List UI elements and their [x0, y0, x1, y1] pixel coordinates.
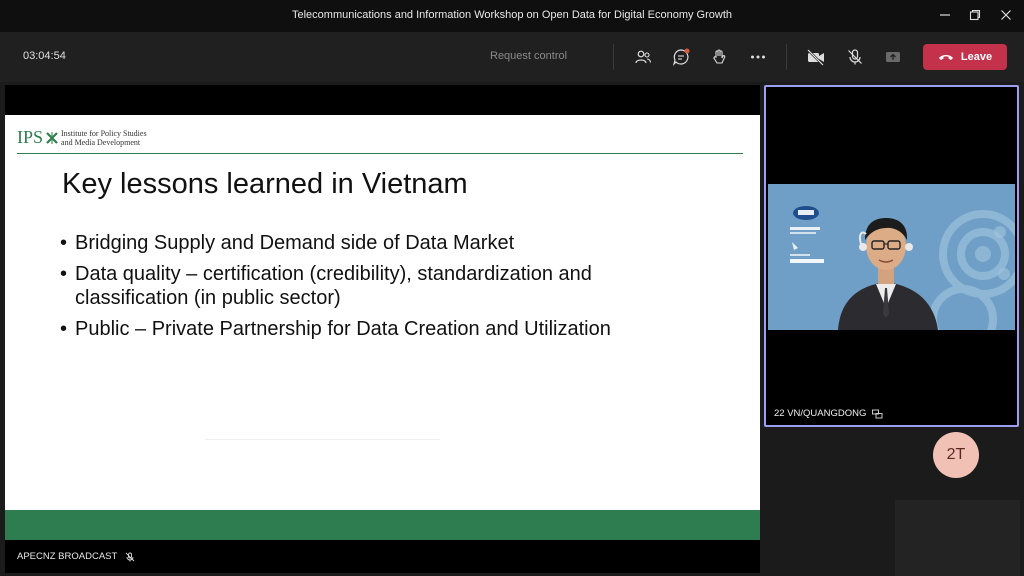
screen-share-icon [872, 409, 883, 418]
bullet-item: Bridging Supply and Demand side of Data … [60, 231, 700, 255]
logo-subtitle-line2: and Media Development [61, 137, 141, 147]
minimize-button[interactable] [935, 6, 955, 26]
chat-button[interactable] [670, 46, 692, 68]
bullet-item: Public – Private Partnership for Data Cr… [60, 317, 700, 341]
logo-text: IPS [17, 127, 44, 147]
mic-off-icon [125, 552, 135, 561]
meeting-toolbar: 03:04:54 Request control Leave [0, 32, 1024, 82]
people-icon [635, 50, 652, 64]
participant-video [768, 184, 1015, 330]
participant-avatar[interactable]: 2T [933, 432, 979, 478]
camera-toggle-button[interactable] [805, 46, 827, 68]
share-tray-button[interactable] [882, 46, 904, 68]
close-icon [1001, 10, 1011, 20]
more-button[interactable] [747, 46, 769, 68]
logo-institute-name: Institute for Policy Studies and Media D… [61, 129, 147, 147]
chat-icon [672, 48, 690, 66]
minimize-icon [940, 14, 950, 16]
ips-cross-icon [46, 131, 58, 144]
leave-button[interactable]: Leave [923, 44, 1007, 70]
participant-name: 22 VN/QUANGDONG [774, 408, 867, 419]
toolbar-divider [786, 44, 787, 70]
people-button[interactable] [632, 46, 654, 68]
mic-toggle-button[interactable] [844, 46, 866, 68]
bullet-list: Bridging Supply and Demand side of Data … [60, 231, 700, 348]
share-tray-icon [886, 52, 900, 62]
footer-band [5, 510, 760, 540]
window-title: Telecommunications and Information Works… [291, 9, 732, 21]
restore-button[interactable] [965, 6, 985, 26]
request-control-button[interactable]: Request control [490, 50, 567, 62]
faint-line [205, 439, 440, 440]
mic-off-icon [848, 49, 862, 65]
camera-off-icon [807, 49, 824, 66]
bullet-item: Data quality – certification (credibilit… [60, 262, 700, 310]
header-rule [17, 153, 743, 154]
more-icon [751, 55, 765, 59]
close-button[interactable] [996, 6, 1016, 26]
participant-avatar-panel[interactable] [895, 500, 1020, 576]
meeting-timer: 03:04:54 [23, 50, 66, 62]
video-frame-image [768, 184, 1015, 330]
toolbar-divider [613, 44, 614, 70]
phone-hangup-icon [938, 55, 953, 60]
logo-subtitle-line1: Institute for Policy Studies [61, 128, 147, 138]
raise-hand-button[interactable] [708, 46, 730, 68]
participant-video-tile[interactable]: 22 VN/QUANGDONG [764, 85, 1019, 427]
presenter-label: APECNZ BROADCAST [17, 551, 135, 562]
meeting-stage: IPS Institute for Policy Studies and Med… [0, 82, 1024, 576]
presenter-name: APECNZ BROADCAST [17, 551, 118, 562]
shared-screen: IPS Institute for Policy Studies and Med… [5, 85, 760, 573]
restore-icon [969, 9, 981, 21]
slide-title: Key lessons learned in Vietnam [62, 168, 468, 200]
participant-name-label: 22 VN/QUANGDONG [774, 408, 883, 419]
raise-hand-icon [713, 49, 726, 64]
ips-logo: IPS Institute for Policy Studies and Med… [17, 127, 147, 148]
presentation-slide: IPS Institute for Policy Studies and Med… [5, 115, 760, 540]
leave-label: Leave [960, 51, 993, 63]
window-title-bar: Telecommunications and Information Works… [0, 0, 1024, 32]
